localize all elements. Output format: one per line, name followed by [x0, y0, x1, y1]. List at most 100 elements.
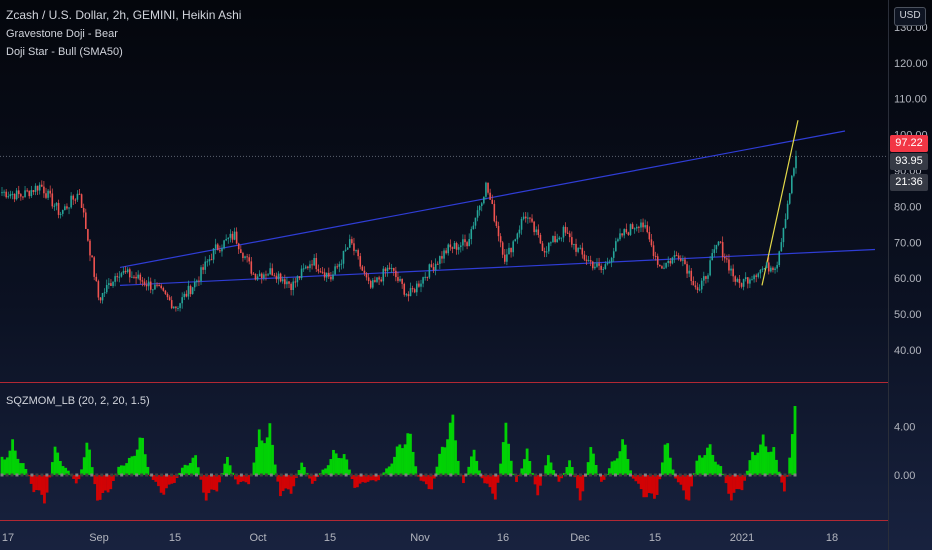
candle-body	[738, 278, 741, 284]
candle-body	[49, 190, 51, 194]
candle-body	[17, 190, 20, 195]
histogram-bar	[443, 447, 447, 475]
squeeze-dot	[668, 473, 672, 477]
candle-body	[633, 228, 636, 230]
histogram-bar	[32, 475, 36, 493]
histogram-bar	[125, 463, 129, 475]
currency-button[interactable]: USD	[894, 7, 926, 26]
candle-body	[644, 225, 646, 228]
candle-body	[99, 297, 102, 301]
candle-body	[237, 243, 240, 250]
candle-body	[499, 236, 502, 243]
squeeze-dot	[733, 473, 737, 477]
squeeze-dot	[160, 473, 164, 477]
histogram-bar	[615, 458, 619, 475]
candle-body	[363, 270, 366, 274]
candle-body	[721, 242, 724, 258]
candle-body	[734, 276, 737, 282]
candle-body	[384, 268, 387, 272]
histogram-bar	[165, 475, 168, 489]
candle-body	[480, 203, 483, 207]
histogram-bar	[257, 429, 261, 475]
squeeze-dot	[683, 473, 687, 477]
candle-body	[124, 270, 127, 273]
indicator-label-gravestone[interactable]: Gravestone Doji - Bear	[6, 28, 118, 40]
candle-body	[260, 273, 263, 279]
histogram-bar	[610, 461, 614, 475]
histogram-bar	[488, 475, 492, 488]
candle-body	[711, 253, 714, 261]
candle-body	[497, 225, 500, 237]
squeeze-dot	[768, 473, 772, 477]
chart-svg[interactable]: 40.0050.0060.0070.0080.0090.00100.00110.…	[0, 0, 932, 550]
price-tag-current: 93.95	[890, 153, 928, 170]
histogram-bar	[682, 475, 686, 491]
candle-body	[296, 276, 299, 283]
squeeze-dot	[234, 473, 238, 477]
squeeze-dot	[449, 473, 453, 477]
candle-body	[522, 216, 525, 219]
squeeze-dot	[673, 473, 677, 477]
time-tick-label: 2021	[730, 532, 754, 544]
squeeze-dot	[663, 473, 667, 477]
candle-body	[317, 269, 320, 272]
histogram-bar	[727, 475, 731, 494]
candle-body	[640, 222, 642, 228]
candle-body	[252, 273, 255, 275]
squeeze-dot	[369, 473, 373, 477]
candle-body	[527, 217, 529, 219]
chart-canvas[interactable]: 40.0050.0060.0070.0080.0090.00100.00110.…	[0, 0, 932, 550]
candle-body	[795, 155, 797, 169]
candle-body	[661, 266, 663, 269]
squeeze-dot	[259, 473, 263, 477]
candle-body	[512, 241, 514, 253]
candle-body	[30, 190, 33, 197]
candle-body	[357, 250, 359, 257]
indicator-label-dojistar[interactable]: Doji Star - Bull (SMA50)	[6, 46, 123, 58]
candle-body	[216, 244, 219, 251]
candle-body	[91, 255, 93, 258]
candle-body	[242, 253, 244, 259]
histogram-bar	[655, 475, 659, 495]
candle-body	[627, 232, 630, 235]
candle-body	[145, 284, 148, 287]
candle-body	[122, 270, 125, 274]
oscillator-label[interactable]: SQZMOM_LB (20, 2, 20, 1.5)	[6, 395, 150, 407]
candle-body	[172, 306, 175, 309]
squeeze-dot	[374, 473, 378, 477]
histogram-bar	[737, 475, 741, 490]
candle-body	[422, 277, 424, 284]
candle-body	[388, 267, 391, 270]
candle-body	[365, 273, 368, 278]
candle-body	[717, 241, 720, 245]
candle-body	[428, 264, 431, 278]
candle-body	[744, 277, 747, 280]
squeeze-dot	[329, 473, 333, 477]
candle-body	[535, 229, 538, 233]
squeeze-dot	[20, 473, 24, 477]
candle-body	[621, 233, 623, 236]
histogram-bar	[708, 444, 712, 475]
candle-body	[108, 283, 110, 286]
candle-body	[600, 265, 602, 270]
candle-body	[250, 261, 253, 274]
squeeze-dot	[165, 473, 169, 477]
squeeze-dot	[524, 473, 528, 477]
squeeze-dot	[554, 473, 558, 477]
candle-body	[560, 237, 563, 239]
candle-body	[617, 239, 619, 242]
candle-body	[395, 270, 397, 278]
histogram-bar	[37, 475, 41, 491]
squeeze-dot	[180, 473, 184, 477]
candle-body	[587, 260, 590, 262]
candle-body	[707, 275, 709, 279]
histogram-bar	[334, 453, 338, 475]
histogram-bar	[133, 455, 137, 475]
squeeze-dot	[484, 473, 488, 477]
squeeze-dot	[748, 473, 752, 477]
histogram-bar	[281, 475, 285, 492]
time-tick-label: 15	[324, 532, 336, 544]
histogram-bar	[188, 462, 192, 475]
squeeze-dot	[713, 473, 717, 477]
histogram-bar	[300, 462, 304, 475]
